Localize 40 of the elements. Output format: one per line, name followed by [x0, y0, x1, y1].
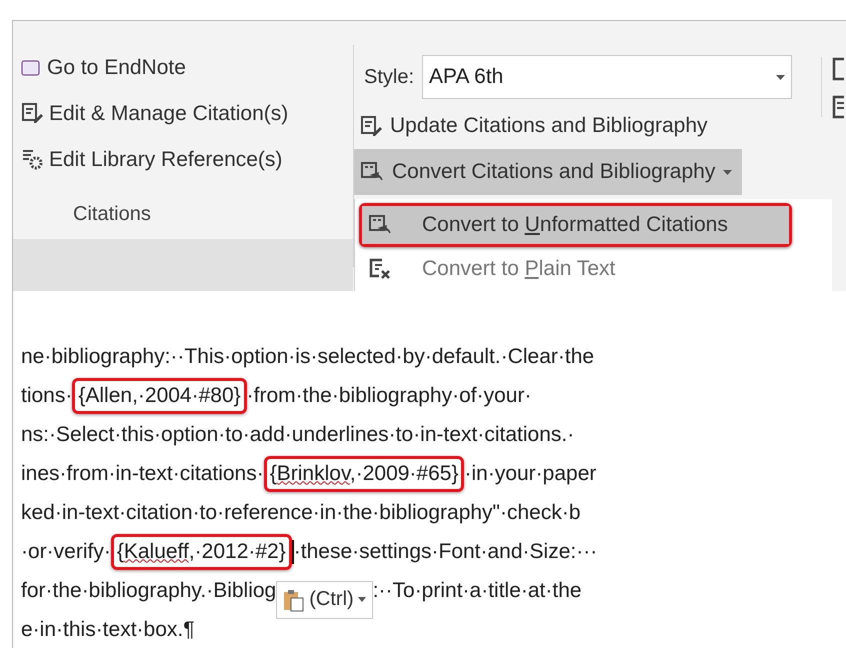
document-text: ·or·verify· [21, 539, 111, 565]
document-text: for·the·bibliography.·Bibliog [21, 578, 276, 604]
citation: {Kalueff,·2012·#2} [110, 534, 292, 570]
ribbon-button[interactable]: Edit & Manage Citation(s) [21, 102, 353, 124]
document-icon [832, 95, 844, 119]
edit-document-icon [360, 115, 382, 137]
document-text: ne·bibliography:··This·option·is·selected·by·default.·Clear·the [21, 344, 594, 370]
paste-options-button[interactable]: (Ctrl) [276, 580, 373, 618]
document-text: ·these·settings·Font·and·Size:··· [294, 539, 598, 565]
endnote-icon [21, 58, 41, 78]
ribbon-button[interactable]: Update Citations and Bibliography [354, 103, 718, 149]
caret-icon [776, 74, 786, 80]
document-text: :··To·print·a·title·at·the [372, 578, 582, 604]
edit-document-icon [21, 102, 43, 124]
menu-item[interactable]: Convert to Unformatted Citations [362, 206, 789, 244]
document-text: ·in·your·paper [464, 461, 596, 487]
clipboard-icon [283, 588, 306, 612]
menu-item[interactable]: Convert to Plain Text [362, 250, 789, 288]
document-text: ines·from·in-text·citations· [21, 461, 264, 487]
ribbon-button[interactable]: Go to EndNote [21, 57, 353, 78]
ribbon-button[interactable]: Convert Citations and Bibliography [354, 149, 742, 195]
style-label: Style: [364, 65, 414, 90]
document-icon [832, 57, 844, 81]
document-x-icon [368, 257, 392, 281]
convert-icon [368, 214, 392, 236]
document-text: ·from·the·bibliography·of·your· [246, 383, 532, 409]
document-gear-icon [21, 148, 43, 170]
convert-icon [360, 161, 384, 183]
document-text: tions· [21, 383, 72, 409]
document-text: ns:·Select·this·option·to·add·underlines·to·in-text·citations.· [21, 422, 574, 448]
style-dropdown[interactable]: APA 6th [422, 55, 792, 99]
group-label: Citations [73, 204, 152, 224]
caret-icon [358, 597, 366, 602]
caret-icon [723, 170, 732, 174]
document-text: e·in·this·text·box.¶ [21, 617, 194, 643]
document-text: ked·in-text·citation·to·reference·in·the·bibliography"·check·b [21, 500, 581, 526]
citation: {Brinklov,·2009·#65} [264, 456, 464, 492]
ribbon-button[interactable]: Edit Library Reference(s) [21, 148, 353, 170]
text-cursor [292, 540, 294, 564]
citation: {Allen,·2004·#80} [72, 378, 247, 414]
